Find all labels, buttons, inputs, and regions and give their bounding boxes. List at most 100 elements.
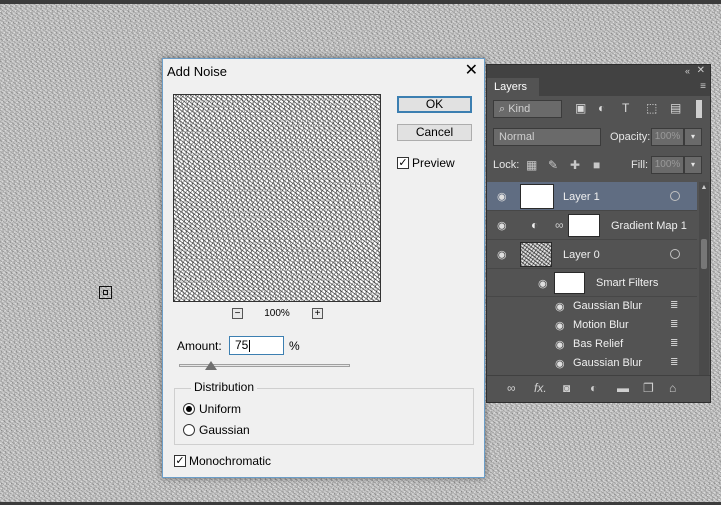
uniform-label[interactable]: Uniform bbox=[199, 402, 241, 416]
add-mask-icon[interactable]: ◙ bbox=[563, 381, 570, 395]
link-icon[interactable]: ∞ bbox=[555, 218, 564, 232]
zoom-in-icon[interactable]: + bbox=[312, 308, 323, 319]
layer-mask-thumbnail[interactable] bbox=[568, 214, 600, 237]
preview-checkbox[interactable]: ✓ bbox=[397, 157, 409, 169]
crosshair-cursor-icon bbox=[99, 286, 112, 299]
uniform-radio[interactable] bbox=[183, 403, 195, 415]
cancel-button[interactable]: Cancel bbox=[397, 124, 472, 141]
amount-slider-thumb[interactable] bbox=[205, 361, 217, 370]
dialog-title: Add Noise bbox=[167, 64, 227, 79]
panel-menu-icon[interactable]: ≡ bbox=[700, 81, 706, 92]
shape-filter-icon[interactable]: ⬚ bbox=[646, 101, 657, 115]
smart-object-filter-icon[interactable]: ▤ bbox=[670, 101, 681, 115]
fill-input[interactable]: 100% bbox=[651, 156, 684, 174]
percent-label: % bbox=[289, 339, 300, 353]
distribution-title: Distribution bbox=[191, 380, 258, 394]
panel-bottom-toolbar: ∞ fx. ◙ ◐ ▬ ❐ ⌂ bbox=[487, 375, 710, 402]
new-adjustment-layer-icon[interactable]: ◐ bbox=[590, 381, 597, 395]
amount-input[interactable]: 75 bbox=[229, 336, 284, 355]
opacity-input[interactable]: 100% bbox=[651, 128, 684, 146]
app-top-bar bbox=[0, 0, 721, 4]
adjustment-filter-icon[interactable]: ◐ bbox=[598, 101, 605, 115]
monochromatic-checkbox[interactable]: ✓ bbox=[174, 455, 186, 467]
new-group-icon[interactable]: ▬ bbox=[617, 381, 629, 395]
pixel-filter-icon[interactable]: ▣ bbox=[575, 101, 586, 115]
lock-image-icon[interactable]: ✎ bbox=[548, 158, 558, 172]
zoom-level: 100% bbox=[264, 308, 290, 319]
filter-row[interactable]: ◉ Gaussian Blur ≣ bbox=[487, 354, 697, 373]
layer-name[interactable]: Layer 0 bbox=[563, 249, 600, 261]
layer-row-layer-0[interactable]: ◉ Layer 0 bbox=[487, 240, 697, 269]
smart-filter-badge-icon bbox=[670, 249, 680, 259]
tab-layers[interactable]: Layers bbox=[487, 78, 539, 96]
gaussian-label[interactable]: Gaussian bbox=[199, 423, 250, 437]
filter-name[interactable]: Gaussian Blur bbox=[573, 357, 642, 369]
adjustment-layer-icon: ◐ bbox=[531, 218, 539, 232]
zoom-out-icon[interactable]: − bbox=[232, 308, 243, 319]
layers-panel: « ✕ Layers ≡ ⌕ Kind ▣ ◐ T ⬚ ▤ Normal Opa… bbox=[486, 64, 711, 403]
smart-filter-badge-icon bbox=[670, 191, 680, 201]
noise-preview-image[interactable] bbox=[173, 94, 381, 302]
fx-icon[interactable]: fx. bbox=[534, 381, 547, 395]
filter-name[interactable]: Motion Blur bbox=[573, 319, 629, 331]
text-caret bbox=[249, 339, 251, 352]
visibility-eye-icon[interactable]: ◉ bbox=[555, 319, 565, 332]
kind-filter-select[interactable]: ⌕ Kind bbox=[493, 100, 562, 118]
type-filter-icon[interactable]: T bbox=[622, 101, 629, 115]
filter-row[interactable]: ◉ Bas Relief ≣ bbox=[487, 335, 697, 354]
fill-label: Fill: bbox=[631, 159, 649, 171]
amount-label: Amount: bbox=[177, 339, 222, 353]
visibility-eye-icon[interactable]: ◉ bbox=[538, 277, 548, 290]
blend-mode-select[interactable]: Normal bbox=[493, 128, 601, 146]
visibility-eye-icon[interactable]: ◉ bbox=[555, 357, 565, 370]
filter-blending-options-icon[interactable]: ≣ bbox=[670, 357, 678, 368]
layer-thumbnail[interactable] bbox=[520, 242, 552, 267]
opacity-dropdown-icon[interactable]: ▾ bbox=[684, 128, 702, 146]
smart-filters-label[interactable]: Smart Filters bbox=[596, 277, 658, 289]
amount-value: 75 bbox=[235, 338, 249, 352]
filter-blending-options-icon[interactable]: ≣ bbox=[670, 319, 678, 330]
panel-header-bar bbox=[487, 65, 710, 78]
delete-layer-icon[interactable]: ⌂ bbox=[669, 381, 676, 395]
panel-tab-strip bbox=[539, 78, 710, 96]
filter-blending-options-icon[interactable]: ≣ bbox=[670, 300, 678, 311]
layers-scrollbar[interactable]: ▲ bbox=[699, 182, 709, 375]
lock-transparent-icon[interactable]: ▦ bbox=[526, 158, 537, 172]
radio-selected-dot bbox=[186, 406, 192, 412]
new-layer-icon[interactable]: ❐ bbox=[643, 381, 654, 395]
visibility-eye-icon[interactable]: ◉ bbox=[497, 219, 507, 232]
scroll-up-icon[interactable]: ▲ bbox=[699, 184, 709, 191]
opacity-label: Opacity: bbox=[610, 131, 651, 143]
visibility-eye-icon[interactable]: ◉ bbox=[555, 300, 565, 313]
lock-all-icon[interactable]: ■ bbox=[593, 158, 600, 172]
preview-label[interactable]: Preview bbox=[412, 156, 455, 170]
filter-name[interactable]: Gaussian Blur bbox=[573, 300, 642, 312]
filter-name[interactable]: Bas Relief bbox=[573, 338, 623, 350]
smart-filter-mask-thumbnail[interactable] bbox=[554, 272, 585, 294]
filter-blending-options-icon[interactable]: ≣ bbox=[670, 338, 678, 349]
filter-row[interactable]: ◉ Gaussian Blur ≣ bbox=[487, 297, 697, 316]
close-panel-icon[interactable]: ✕ bbox=[697, 65, 705, 76]
visibility-eye-icon[interactable]: ◉ bbox=[497, 248, 507, 261]
layer-row-layer-1[interactable]: ◉ Layer 1 bbox=[487, 182, 697, 211]
monochromatic-label[interactable]: Monochromatic bbox=[189, 454, 271, 468]
lock-position-icon[interactable]: ✚ bbox=[570, 158, 580, 172]
filter-toggle-switch[interactable] bbox=[696, 100, 702, 118]
gaussian-radio[interactable] bbox=[183, 424, 195, 436]
filter-row[interactable]: ◉ Motion Blur ≣ bbox=[487, 316, 697, 335]
lock-label: Lock: bbox=[493, 159, 520, 171]
layers-list: ◉ Layer 1 ◉ ◐ ∞ Gradient Map 1 ◉ Layer 0… bbox=[487, 182, 710, 375]
layer-row-gradient-map-1[interactable]: ◉ ◐ ∞ Gradient Map 1 bbox=[487, 211, 697, 240]
fill-dropdown-icon[interactable]: ▾ bbox=[684, 156, 702, 174]
collapse-panel-icon[interactable]: « bbox=[685, 66, 690, 76]
layer-name[interactable]: Layer 1 bbox=[563, 191, 600, 203]
close-icon[interactable]: ✕ bbox=[465, 63, 478, 79]
layer-thumbnail[interactable] bbox=[520, 184, 554, 209]
visibility-eye-icon[interactable]: ◉ bbox=[497, 190, 507, 203]
link-layers-icon[interactable]: ∞ bbox=[507, 381, 516, 395]
visibility-eye-icon[interactable]: ◉ bbox=[555, 338, 565, 351]
layer-name[interactable]: Gradient Map 1 bbox=[611, 220, 687, 232]
smart-filters-row[interactable]: ◉ Smart Filters bbox=[487, 269, 697, 297]
ok-button[interactable]: OK bbox=[397, 96, 472, 113]
scrollbar-thumb[interactable] bbox=[701, 239, 707, 269]
